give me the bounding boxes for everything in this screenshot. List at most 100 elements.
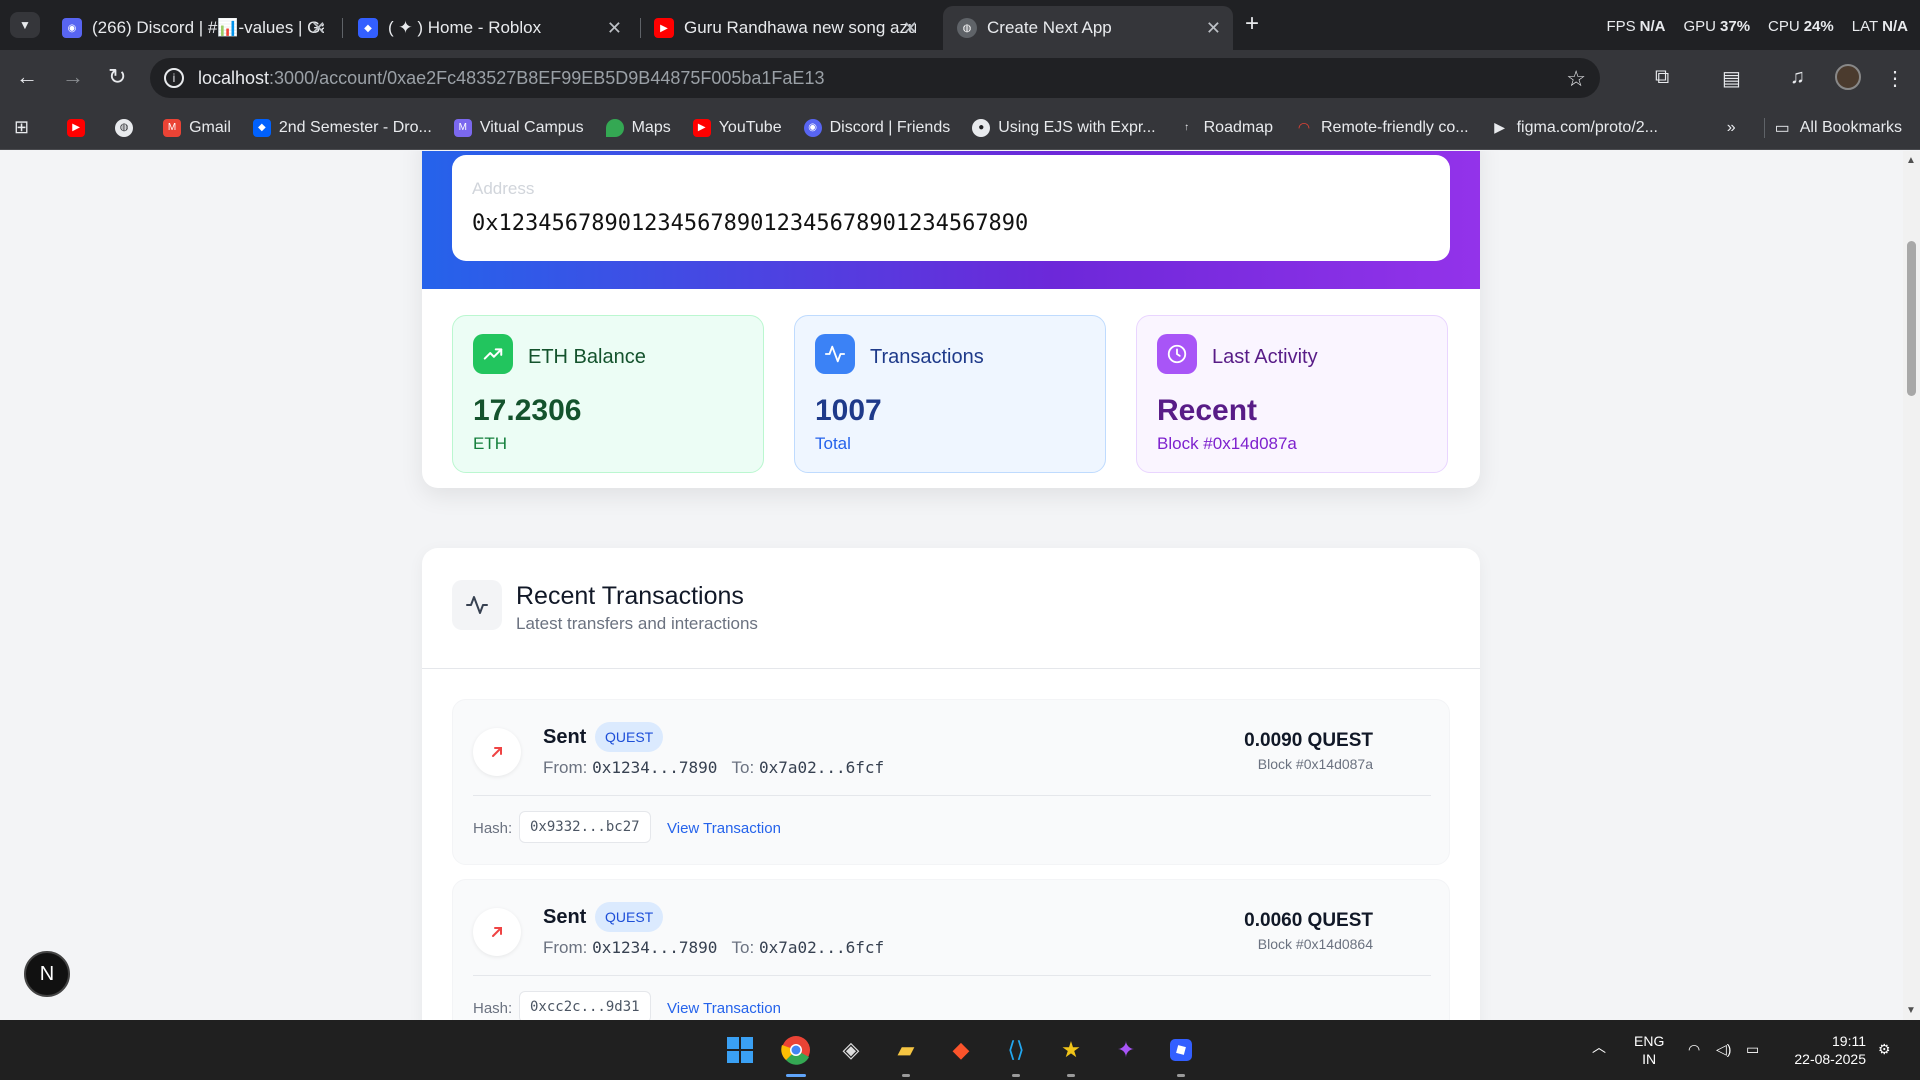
windows-start-icon[interactable] (722, 1032, 758, 1068)
star-app-icon[interactable]: ★ (1053, 1032, 1089, 1068)
transaction-addresses: From: 0x1234...7890 To: 0x7a02...6fcf (543, 758, 885, 777)
windows-taskbar: ◈ ▰ ◆ ⟨⟩ ★ ✦ ︿ ENG IN ◠ ◁) ▭ 19:11 22-08-2… (0, 1020, 1920, 1080)
profile-avatar[interactable] (1835, 64, 1861, 90)
folder-icon: ▭ (1774, 120, 1790, 137)
browser-tab-bar: ▼ ◉ (266) Discord | #📊-values | Ga ✕ ◆ (… (0, 0, 1920, 50)
url-bar[interactable]: i localhost:3000/account/0xae2Fc483527B8… (150, 58, 1600, 98)
view-transaction-link[interactable]: View Transaction (667, 1000, 781, 1017)
roblox-icon[interactable] (1163, 1032, 1199, 1068)
bookmark-virtual-campus[interactable]: M Vitual Campus (453, 118, 584, 137)
to-address[interactable]: 0x7a02...6fcf (759, 938, 884, 957)
stat-transactions: Transactions 1007 Total (794, 315, 1106, 473)
site-info-icon[interactable]: i (164, 68, 184, 88)
bookmark-youtube[interactable]: ▶ (67, 118, 93, 137)
bookmark-maps[interactable]: Maps (605, 118, 671, 137)
stat-label: ETH Balance (528, 346, 646, 368)
bookmark-star-icon[interactable]: ☆ (1566, 66, 1586, 92)
more-menu-icon[interactable]: ⋮ (1885, 66, 1905, 91)
bookmark-roadmap[interactable]: ↑ Roadmap (1178, 119, 1273, 137)
rocket-icon: ↑ (1184, 122, 1190, 133)
arrow-up-right-icon (473, 908, 521, 956)
bookmark-youtube-2[interactable]: ▶ YouTube (692, 118, 782, 137)
transaction-block: Block #0x14d087a (1257, 756, 1373, 772)
from-address[interactable]: 0x1234...7890 (592, 938, 717, 957)
arrow-up-right-icon (473, 728, 521, 776)
clock-icon (1157, 334, 1197, 374)
activity-icon (452, 580, 502, 630)
to-address[interactable]: 0x7a02...6fcf (759, 758, 884, 777)
transaction-block: Block #0x14d0864 (1257, 936, 1373, 952)
extensions-icon[interactable]: ⧉ (1655, 66, 1669, 89)
bookmark-remote[interactable]: ◠ Remote-friendly co... (1295, 119, 1469, 137)
account-hero: Address 0x123456789012345678901234567890… (422, 151, 1480, 289)
transaction-item[interactable]: Sent QUEST From: 0x1234...7890 To: 0x7a0… (452, 879, 1450, 1020)
github-icon: ● (972, 118, 991, 137)
app-icon[interactable]: ◈ (833, 1032, 869, 1068)
stat-value: 1007 (815, 394, 882, 427)
account-card: Address 0x123456789012345678901234567890… (422, 151, 1480, 488)
transaction-hash[interactable]: 0x9332...bc27 (519, 811, 651, 843)
tab-create-next-app[interactable]: ◍ Create Next App ✕ (943, 6, 1233, 50)
apps-grid-icon[interactable]: ⊞ (14, 117, 29, 138)
reload-icon[interactable]: ↻ (108, 64, 126, 90)
from-address[interactable]: 0x1234...7890 (592, 758, 717, 777)
tab-roblox[interactable]: ◆ ( ✦ ) Home - Roblox ✕ (344, 6, 634, 50)
bookmark-globe[interactable]: ◍ (115, 118, 141, 137)
page-scrollbar[interactable]: ▲ ▼ (1903, 151, 1920, 1020)
tab-youtube[interactable]: ▶ Guru Randhawa new song azul ✕ (640, 6, 930, 50)
stat-last-activity: Last Activity Recent Block #0x14d087a (1136, 315, 1448, 473)
battery-icon[interactable]: ▭ (1746, 1040, 1759, 1058)
media-control-icon[interactable]: ♫ (1790, 66, 1805, 89)
browser-toolbar: ← → ↻ i localhost:3000/account/0xae2Fc48… (0, 50, 1920, 106)
scroll-down-icon[interactable]: ▼ (1906, 1005, 1916, 1016)
address-value[interactable]: 0x12345678901234567890123456789012345678… (472, 211, 1430, 236)
nextjs-dev-indicator[interactable]: N (24, 951, 70, 997)
token-badge: QUEST (595, 722, 664, 752)
notification-icon[interactable]: ⚙ (1878, 1040, 1891, 1058)
close-tab-icon[interactable]: ✕ (311, 18, 326, 39)
token-badge: QUEST (595, 902, 664, 932)
back-arrow-icon[interactable]: ← (16, 64, 38, 90)
transaction-item[interactable]: Sent QUEST From: 0x1234...7890 To: 0x7a0… (452, 699, 1450, 865)
reading-list-icon[interactable]: ▤ (1722, 66, 1741, 91)
youtube-icon: ▶ (654, 18, 674, 38)
file-explorer-icon[interactable]: ▰ (888, 1032, 924, 1068)
scrollbar-thumb[interactable] (1907, 241, 1916, 396)
transaction-hash[interactable]: 0xcc2c...9d31 (519, 991, 651, 1020)
chrome-icon[interactable] (778, 1032, 814, 1068)
volume-icon[interactable]: ◁) (1716, 1040, 1731, 1058)
view-transaction-link[interactable]: View Transaction (667, 820, 781, 837)
bookmark-figma[interactable]: ▶ figma.com/proto/2... (1491, 119, 1658, 137)
bookmark-gmail[interactable]: M Gmail (163, 118, 231, 137)
close-tab-icon[interactable]: ✕ (1206, 18, 1221, 39)
copilot-icon[interactable]: ✦ (1108, 1032, 1144, 1068)
brave-icon[interactable]: ◆ (943, 1032, 979, 1068)
bookmark-github[interactable]: ● Using EJS with Expr... (972, 118, 1156, 137)
dropbox-icon: ◆ (252, 118, 271, 137)
discord-icon: ◉ (803, 118, 822, 137)
scroll-up-icon[interactable]: ▲ (1906, 155, 1916, 166)
hash-label: Hash: (473, 820, 513, 837)
bookmark-dropbox[interactable]: ◆ 2nd Semester - Dro... (252, 118, 432, 137)
forward-arrow-icon[interactable]: → (62, 64, 84, 90)
all-bookmarks-link[interactable]: All Bookmarks (1800, 119, 1902, 137)
clock[interactable]: 19:11 22-08-2025 (1786, 1032, 1866, 1068)
close-tab-icon[interactable]: ✕ (903, 18, 918, 39)
new-tab-button[interactable]: + (1245, 10, 1259, 38)
tab-discord[interactable]: ◉ (266) Discord | #📊-values | Ga ✕ (48, 6, 338, 50)
roblox-icon: ◆ (358, 18, 378, 38)
address-box: Address 0x123456789012345678901234567890… (452, 155, 1450, 261)
transaction-addresses: From: 0x1234...7890 To: 0x7a02...6fcf (543, 938, 885, 957)
hash-label: Hash: (473, 1000, 513, 1017)
vscode-icon[interactable]: ⟨⟩ (998, 1032, 1034, 1068)
language-indicator[interactable]: ENG IN (1634, 1032, 1664, 1068)
wifi-icon[interactable]: ◠ (1688, 1040, 1700, 1058)
trending-up-icon (473, 334, 513, 374)
chevron-up-icon[interactable]: ︿ (1592, 1038, 1606, 1056)
bookmark-discord[interactable]: ◉ Discord | Friends (803, 118, 950, 137)
chevron-double-right-icon[interactable]: » (1727, 119, 1736, 137)
tab-search-button[interactable]: ▼ (10, 12, 40, 38)
bookmarks-bar: ⊞ ▶ ◍ M Gmail ◆ 2nd Semester - Dro... M … (0, 106, 1920, 150)
close-tab-icon[interactable]: ✕ (607, 18, 622, 39)
address-label: Address (472, 179, 535, 198)
